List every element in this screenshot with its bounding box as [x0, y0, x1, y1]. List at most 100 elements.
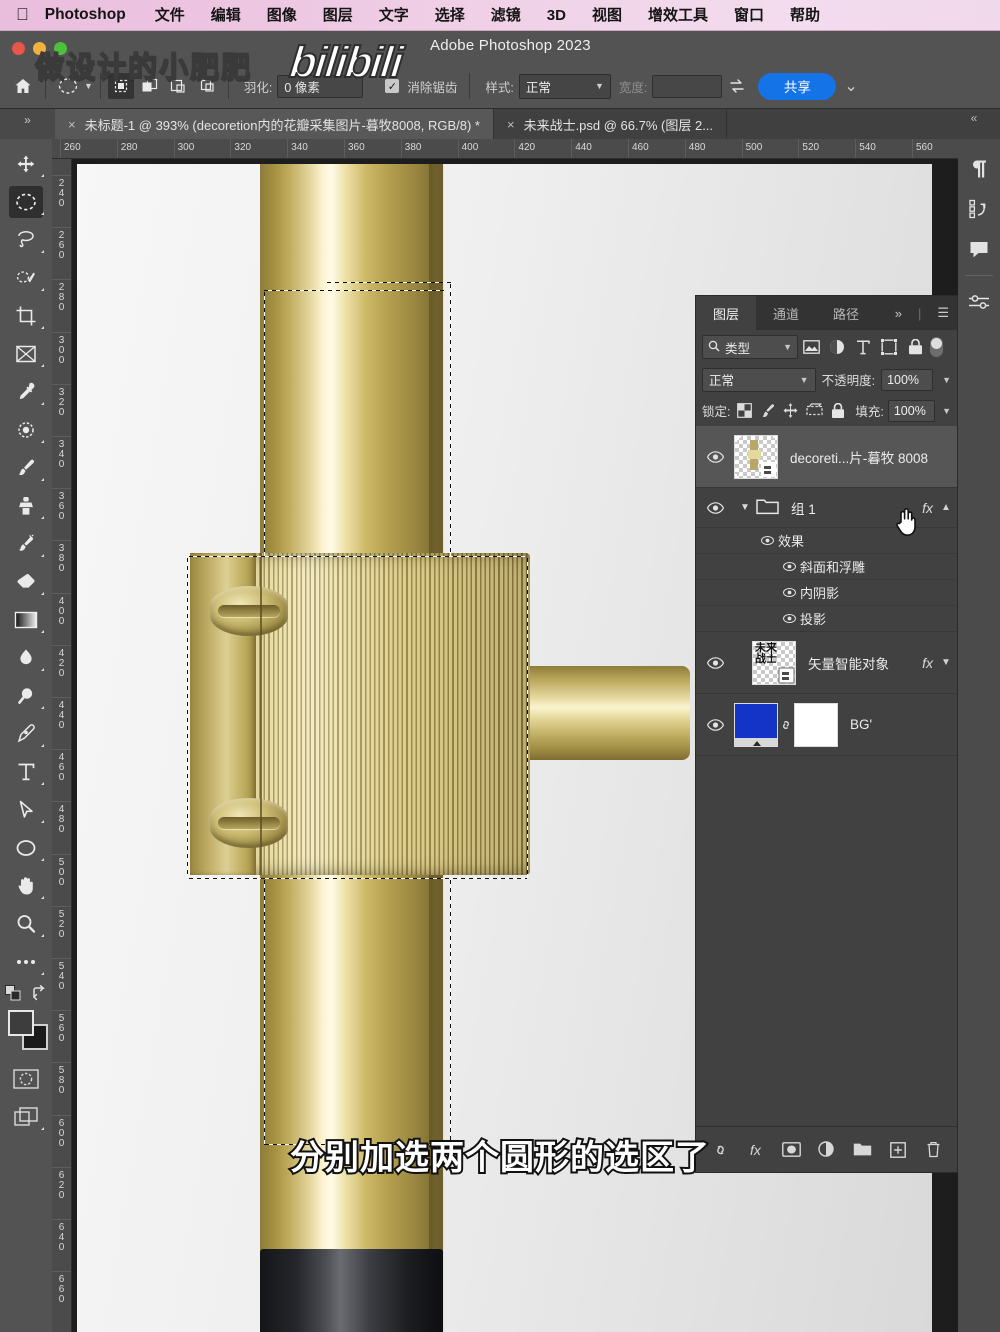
close-icon[interactable]: × — [507, 117, 515, 132]
layer-visibility-icon[interactable] — [696, 450, 734, 463]
window-minimize-button[interactable] — [33, 42, 46, 55]
quick-mask-button[interactable] — [0, 1060, 52, 1098]
swap-arrows-icon[interactable] — [722, 71, 752, 101]
add-to-selection-button[interactable] — [137, 73, 163, 99]
blur-tool[interactable] — [0, 639, 52, 677]
link-icon[interactable] — [778, 718, 794, 732]
active-tool-preset[interactable]: ▼ — [53, 71, 93, 101]
eraser-tool[interactable] — [0, 563, 52, 601]
edit-toolbar-button[interactable] — [0, 943, 52, 981]
layer-effects-label-row[interactable]: 效果 — [696, 528, 957, 554]
new-selection-button[interactable] — [107, 73, 134, 99]
swap-colors-icon[interactable] — [32, 985, 48, 1004]
spot-healing-tool[interactable] — [0, 411, 52, 449]
layer-visibility-icon[interactable] — [696, 718, 734, 731]
layer-fx-badge[interactable]: fx — [922, 500, 939, 516]
adjustments-icon[interactable] — [958, 282, 1000, 322]
screen-mode-button[interactable] — [0, 1098, 52, 1136]
home-icon[interactable] — [8, 71, 38, 101]
fill-input[interactable]: 100% — [887, 399, 936, 422]
document-tab-untitled-1[interactable]: × 未标题-1 @ 393% (decoretion内的花瓣采集图片-暮牧800… — [55, 109, 494, 139]
layer-thumbnail[interactable] — [734, 434, 778, 479]
new-layer-icon[interactable] — [886, 1138, 910, 1162]
tab-layers[interactable]: 图层 — [696, 296, 757, 330]
path-selection-tool[interactable] — [0, 791, 52, 829]
history-brush-tool[interactable] — [0, 525, 52, 563]
layer-thumbnail[interactable]: 未来战士 — [752, 640, 796, 685]
menu-item-3d[interactable]: 3D — [534, 0, 579, 31]
lasso-tool[interactable] — [0, 221, 52, 259]
ellipse-marquee-icon[interactable] — [53, 71, 83, 101]
default-colors-icon[interactable] — [4, 985, 21, 1004]
close-icon[interactable]: × — [68, 117, 76, 132]
layer-mask-thumbnail[interactable] — [794, 702, 838, 747]
effect-visibility-icon[interactable] — [778, 588, 800, 597]
move-tool[interactable] — [0, 145, 52, 183]
paragraph-icon[interactable] — [958, 149, 1000, 189]
subtract-from-selection-button[interactable] — [166, 73, 192, 99]
layer-effect-bevel-emboss[interactable]: 斜面和浮雕 — [696, 554, 957, 580]
menu-item-plugins[interactable]: 增效工具 — [635, 0, 721, 31]
delete-layer-icon[interactable] — [921, 1138, 945, 1162]
opacity-input[interactable]: 100% — [881, 368, 934, 391]
feather-input[interactable]: 0 像素 — [277, 74, 364, 98]
crop-tool[interactable] — [0, 297, 52, 335]
antialias-checkbox[interactable]: ✓ — [385, 79, 400, 93]
layer-fx-badge[interactable]: fx — [922, 655, 939, 671]
comment-icon[interactable] — [958, 229, 1000, 269]
lock-all-icon[interactable] — [828, 400, 847, 422]
intersect-selection-button[interactable] — [195, 73, 221, 99]
tab-paths[interactable]: 路径 — [816, 296, 876, 330]
menu-app-name[interactable]: Photoshop — [43, 6, 142, 24]
layer-filter-toggle[interactable] — [930, 337, 943, 357]
add-layer-style-icon[interactable]: fx — [744, 1138, 768, 1162]
layer-visibility-icon[interactable] — [696, 501, 734, 514]
group-expand-chevron-icon[interactable]: ▼ — [734, 502, 756, 513]
window-close-button[interactable] — [12, 42, 25, 55]
lock-position-icon[interactable] — [781, 400, 800, 422]
menu-item-type[interactable]: 文字 — [366, 0, 422, 31]
layer-row-decoretion[interactable]: decoreti...片-暮牧 8008 — [696, 426, 957, 488]
width-input[interactable] — [652, 74, 723, 98]
chevrons-left-icon[interactable]: « — [948, 109, 1000, 139]
layer-effect-inner-shadow[interactable]: 内阴影 — [696, 580, 957, 606]
layer-list[interactable]: decoreti...片-暮牧 8008 ▼ 组 1 fx ▲ 效果 斜面和浮雕… — [696, 426, 957, 1126]
effects-visibility-icon[interactable] — [756, 536, 778, 545]
zoom-tool[interactable] — [0, 905, 52, 943]
tab-channels[interactable]: 通道 — [756, 296, 816, 330]
menu-item-window[interactable]: 窗口 — [721, 0, 777, 31]
layer-thumbnail[interactable] — [734, 702, 778, 747]
menu-item-view[interactable]: 视图 — [579, 0, 635, 31]
type-filter-icon[interactable] — [850, 335, 876, 359]
lock-transparency-icon[interactable] — [734, 400, 753, 422]
layers-panel[interactable]: 图层 通道 路径 » | ☰ 类型 ▼ 正常 ▼ 不透明度: 100% ▼ 锁定… — [695, 295, 958, 1173]
menu-item-image[interactable]: 图像 — [254, 0, 310, 31]
effect-visibility-icon[interactable] — [778, 614, 800, 623]
options-bar-overflow[interactable]: ⌄ — [844, 76, 857, 96]
dodge-tool[interactable] — [0, 677, 52, 715]
hand-tool[interactable] — [0, 867, 52, 905]
layer-row-vector-smart-object[interactable]: 未来战士 矢量智能对象 fx ▼ — [696, 632, 957, 694]
lock-artboard-icon[interactable] — [805, 400, 824, 422]
eyedropper-tool[interactable] — [0, 373, 52, 411]
brush-tool[interactable] — [0, 449, 52, 487]
chevrons-right-icon[interactable]: » — [887, 296, 910, 330]
layer-visibility-icon[interactable] — [696, 656, 734, 669]
actions-icon[interactable] — [958, 189, 1000, 229]
menu-item-select[interactable]: 选择 — [422, 0, 478, 31]
adjustment-filter-icon[interactable] — [824, 335, 850, 359]
gradient-tool[interactable] — [0, 601, 52, 639]
menu-item-file[interactable]: 文件 — [142, 0, 198, 31]
document-tab-future-warrior[interactable]: × 未来战士.psd @ 66.7% (图层 2... — [494, 109, 728, 139]
foreground-color-swatch[interactable] — [8, 1010, 34, 1036]
window-maximize-button[interactable] — [54, 42, 67, 55]
chevron-down-icon[interactable]: ▼ — [84, 81, 93, 91]
chevron-down-icon[interactable]: ▼ — [939, 657, 957, 668]
pixel-filter-icon[interactable] — [798, 335, 824, 359]
elliptical-marquee-tool[interactable] — [0, 183, 52, 221]
chevron-down-icon[interactable]: ▼ — [939, 375, 951, 385]
share-button[interactable]: 共享 — [758, 72, 837, 100]
menu-item-edit[interactable]: 编辑 — [198, 0, 254, 31]
blend-mode-select[interactable]: 正常 ▼ — [702, 367, 816, 392]
layer-effect-drop-shadow[interactable]: 投影 — [696, 606, 957, 632]
